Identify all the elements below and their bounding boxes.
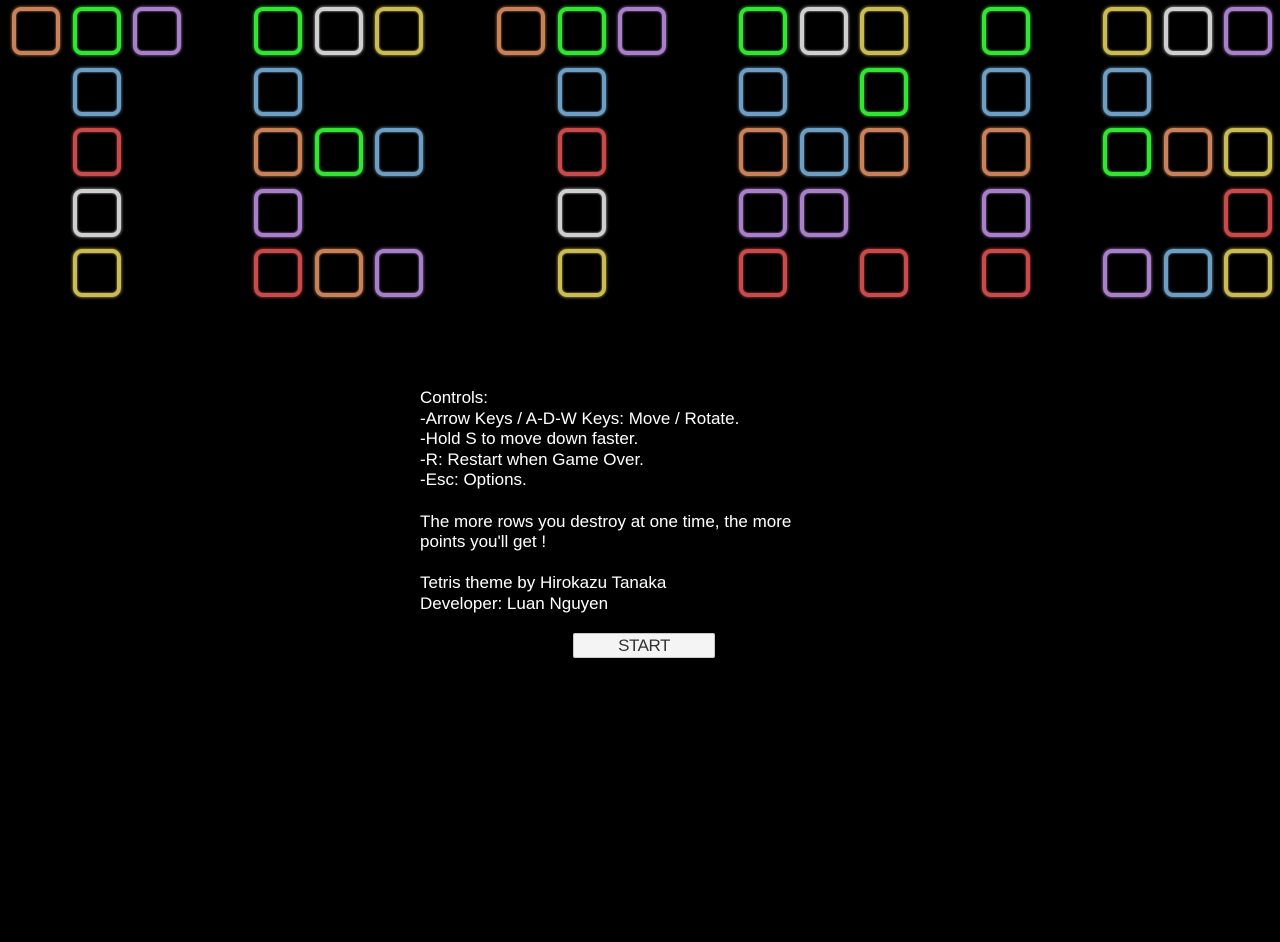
title-block-red (72, 128, 121, 177)
title-block-blue (72, 67, 121, 116)
title-block-purple (1224, 7, 1273, 55)
title-block-purple (618, 7, 667, 55)
title-block-green (860, 67, 909, 116)
title-block-orange (739, 128, 787, 177)
title-block-red (739, 249, 787, 298)
title-block-yellow (1224, 128, 1273, 177)
title-block-yellow (1224, 249, 1273, 298)
title-block-green (1103, 128, 1151, 177)
title-block-blue (982, 67, 1030, 116)
music-credit: Tetris theme by Hirokazu Tanaka (420, 573, 667, 593)
title-block-purple (799, 188, 848, 237)
title-block-red (254, 249, 302, 298)
title-block-purple (1103, 249, 1151, 298)
title-block-red (982, 249, 1030, 298)
title-block-purple (133, 7, 182, 55)
title-block-yellow (557, 249, 606, 298)
controls-heading: Controls: (420, 388, 489, 407)
start-button[interactable]: START (573, 633, 715, 658)
title-block-purple (982, 188, 1030, 237)
title-block-blue (799, 128, 848, 177)
title-block-red (860, 249, 909, 298)
title-block-orange (982, 128, 1030, 177)
title-block-gray (557, 188, 606, 237)
title-block-green (72, 7, 121, 55)
title-block-yellow (1103, 7, 1151, 55)
title-block-blue (375, 128, 424, 177)
control-move-rotate: -Arrow Keys / A-D-W Keys: Move / Rotate. (420, 408, 740, 428)
title-block-gray (72, 188, 121, 237)
title-block-purple (375, 249, 424, 298)
title-block-blue (1163, 249, 1212, 298)
control-options: -Esc: Options. (420, 470, 527, 490)
title-block-gray (799, 7, 848, 55)
instructions-panel: Controls: -Arrow Keys / A-D-W Keys: Move… (420, 388, 880, 615)
title-block-orange (860, 128, 909, 177)
title-block-orange (1163, 128, 1212, 177)
title-block-orange (497, 7, 545, 55)
title-block-blue (739, 67, 787, 116)
game-screen: Controls: -Arrow Keys / A-D-W Keys: Move… (0, 0, 1280, 942)
title-block-yellow (375, 7, 424, 55)
title-block-blue (254, 67, 302, 116)
developer-credit: Developer: Luan Nguyen (420, 593, 609, 613)
title-block-red (557, 128, 606, 177)
title-block-purple (739, 188, 787, 237)
tetris-block-title (0, 0, 1280, 310)
title-block-orange (314, 249, 363, 298)
scoring-tip-line-1: The more rows you destroy at one time, t… (420, 511, 792, 531)
scoring-tip-line-2: points you'll get ! (420, 532, 547, 552)
control-move-down-faster: -Hold S to move down faster. (420, 429, 639, 449)
title-block-green (739, 7, 787, 55)
title-block-yellow (860, 7, 909, 55)
title-block-orange (12, 7, 60, 55)
title-block-blue (557, 67, 606, 116)
title-block-green (254, 7, 302, 55)
spacer-line (420, 553, 880, 574)
title-block-red (1224, 188, 1273, 237)
control-restart: -R: Restart when Game Over. (420, 449, 644, 469)
title-block-yellow (72, 249, 121, 298)
spacer-line (420, 491, 880, 512)
title-block-green (314, 128, 363, 177)
title-block-gray (314, 7, 363, 55)
title-block-orange (254, 128, 302, 177)
title-block-gray (1163, 7, 1212, 55)
title-block-purple (254, 188, 302, 237)
title-block-green (982, 7, 1030, 55)
title-block-blue (1103, 67, 1151, 116)
title-block-green (557, 7, 606, 55)
